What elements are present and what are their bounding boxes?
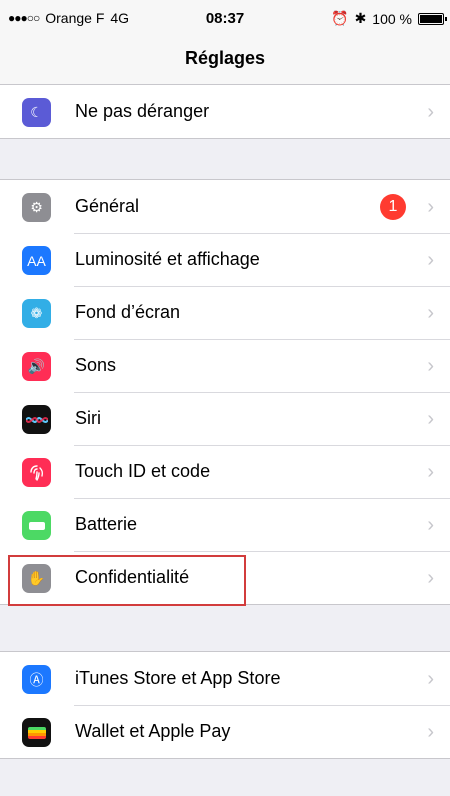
alarm-icon: ⏰ xyxy=(331,10,349,26)
battery-percentage: 100 % xyxy=(372,10,412,27)
notification-badge: 1 xyxy=(380,194,406,220)
settings-row-label: Confidentialité xyxy=(75,567,190,587)
settings-row-luminosite[interactable]: AA Luminosité et affichage › xyxy=(0,233,450,286)
fingerprint-icon xyxy=(22,458,51,487)
battery-icon xyxy=(418,12,447,25)
settings-row-batterie[interactable]: Batterie › xyxy=(0,498,450,551)
page-title: Réglages xyxy=(184,48,266,68)
moon-icon: ☾ xyxy=(22,98,51,127)
settings-row-general[interactable]: ⚙ Général 1 › xyxy=(0,180,450,233)
settings-row-label: Batterie xyxy=(75,514,138,534)
chevron-right-icon: › xyxy=(427,302,434,324)
status-right: ⏰ ✱ 100 % xyxy=(331,10,447,27)
settings-row-label: Général xyxy=(75,196,140,216)
settings-row-siri[interactable]: Siri › xyxy=(0,392,450,445)
bluetooth-icon: ✱ xyxy=(354,10,367,26)
flower-icon: ❁ xyxy=(22,299,51,328)
wallet-icon xyxy=(22,718,51,747)
chevron-right-icon: › xyxy=(427,101,434,123)
settings-row-itunes-app-store[interactable]: Ⓐ iTunes Store et App Store › xyxy=(0,652,450,705)
settings-row-label: Sons xyxy=(75,355,117,375)
battery-glyph xyxy=(28,521,45,530)
settings-row-sons[interactable]: 🔊 Sons › xyxy=(0,339,450,392)
chevron-right-icon: › xyxy=(427,408,434,430)
chevron-right-icon: › xyxy=(427,721,434,743)
siri-icon xyxy=(22,405,51,434)
settings-row-label: Touch ID et code xyxy=(75,461,211,481)
chevron-right-icon: › xyxy=(427,355,434,377)
siri-wave-icon xyxy=(25,416,48,423)
status-bar: ●●●○○ Orange F 4G 08:37 ⏰ ✱ 100 % xyxy=(0,0,450,36)
settings-row-label: Siri xyxy=(75,408,101,428)
settings-row-wallet[interactable]: Wallet et Apple Pay › xyxy=(0,705,450,758)
settings-row-confidentialite[interactable]: ✋ Confidentialité › xyxy=(0,551,450,604)
navigation-bar: Réglages xyxy=(0,36,450,85)
settings-group-dnd: ☾ Ne pas déranger › xyxy=(0,84,450,139)
settings-row-label: iTunes Store et App Store xyxy=(75,668,281,688)
appstore-icon: Ⓐ xyxy=(22,665,51,694)
speaker-icon: 🔊 xyxy=(22,352,51,381)
settings-group-main: ⚙ Général 1 › AA Luminosité et affichage… xyxy=(0,179,450,605)
settings-row-ne-pas-deranger[interactable]: ☾ Ne pas déranger › xyxy=(0,85,450,138)
aa-icon: AA xyxy=(22,246,51,275)
settings-row-label: Wallet et Apple Pay xyxy=(75,721,231,741)
chevron-right-icon: › xyxy=(427,249,434,271)
settings-row-label: Fond d’écran xyxy=(75,302,181,322)
fingerprint-glyph xyxy=(29,464,43,481)
settings-row-touch-id[interactable]: Touch ID et code › xyxy=(0,445,450,498)
chevron-right-icon: › xyxy=(427,567,434,589)
settings-group-stores: Ⓐ iTunes Store et App Store › Wallet et … xyxy=(0,651,450,759)
settings-row-fond-ecran[interactable]: ❁ Fond d’écran › xyxy=(0,286,450,339)
chevron-right-icon: › xyxy=(427,514,434,536)
gear-icon: ⚙ xyxy=(22,193,51,222)
chevron-right-icon: › xyxy=(427,461,434,483)
chevron-right-icon: › xyxy=(427,196,434,218)
battery-icon xyxy=(22,511,51,540)
hand-icon: ✋ xyxy=(22,564,51,593)
settings-row-label: Luminosité et affichage xyxy=(75,249,260,269)
settings-row-label: Ne pas déranger xyxy=(75,101,210,121)
chevron-right-icon: › xyxy=(427,668,434,690)
wallet-cards-glyph xyxy=(27,726,46,739)
